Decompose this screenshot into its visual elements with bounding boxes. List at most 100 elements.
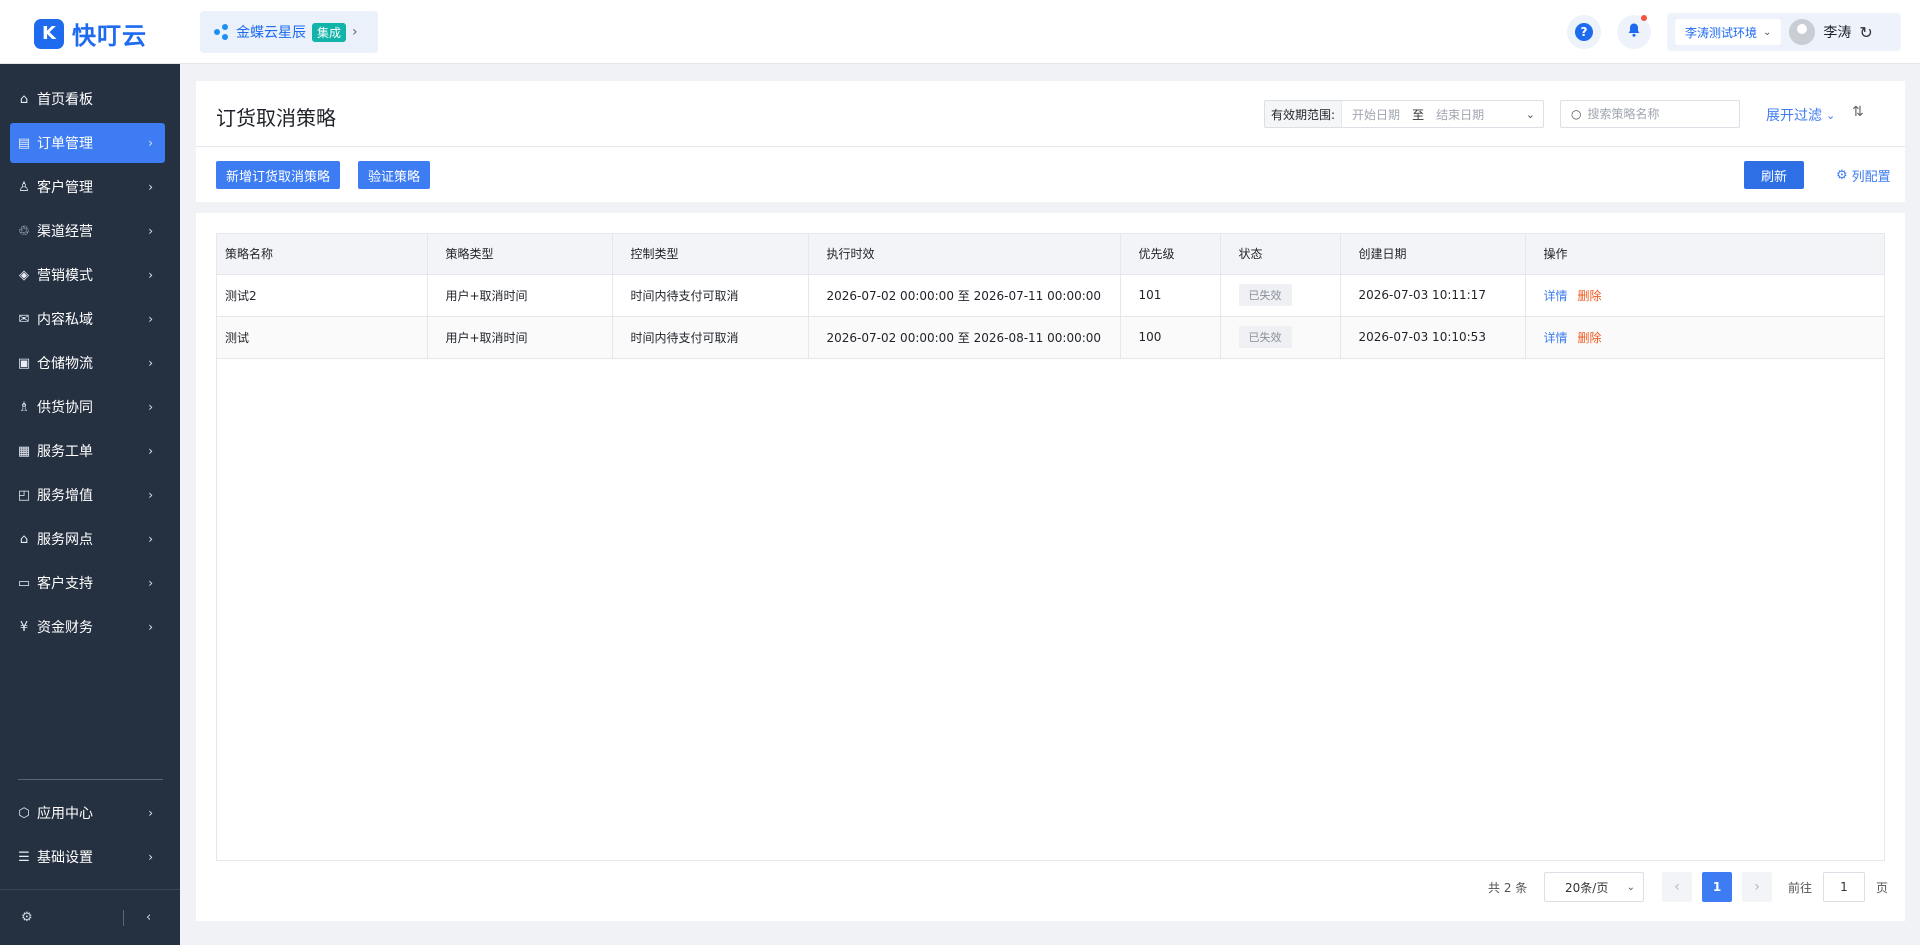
sidebar-item-orders[interactable]: ▤ 订单管理 › — [10, 123, 165, 163]
prev-page-button[interactable]: ‹ — [1662, 872, 1692, 902]
page-number-button[interactable]: 1 — [1702, 872, 1732, 902]
verify-strategy-button[interactable]: 验证策略 — [358, 161, 431, 189]
chevron-down-icon: ⌄ — [1626, 881, 1635, 893]
column-header[interactable]: 执行时效 — [808, 234, 1121, 275]
environment-select[interactable]: 李涛测试环境 ⌄ — [1675, 19, 1782, 45]
chevron-right-icon: › — [148, 224, 153, 238]
sidebar-item-warehouse[interactable]: ▣ 仓储物流 › — [10, 343, 165, 383]
search-box[interactable]: ○ — [1560, 100, 1740, 128]
sidebar-item-basic-settings[interactable]: ☰ 基础设置 › — [10, 837, 165, 877]
brand-name: 金蝶云星辰 — [236, 25, 306, 41]
collapse-sidebar-icon[interactable]: ‹ — [146, 910, 151, 925]
chevron-right-icon: › — [148, 136, 153, 150]
column-header[interactable]: 优先级 — [1120, 234, 1221, 275]
page-size-select[interactable]: 20条/页 ⌄ — [1544, 872, 1644, 902]
expand-filter-button[interactable]: 展开过滤 ⌄ — [1766, 105, 1835, 125]
sidebar-item-value-added[interactable]: ◰ 服务增值 › — [10, 475, 165, 515]
app-logo[interactable]: K 快叮云 — [34, 16, 147, 51]
column-header[interactable]: 控制类型 — [612, 234, 809, 275]
user-area: 李涛测试环境 ⌄ 李涛 ↻ — [1667, 13, 1901, 51]
refresh-icon[interactable]: ↻ — [1859, 23, 1872, 42]
sidebar-item-supply[interactable]: ♗ 供货协同 › — [10, 387, 165, 427]
chevron-right-icon: › — [148, 806, 153, 820]
column-header[interactable]: 状态 — [1220, 234, 1341, 275]
support-icon: ▭ — [17, 575, 31, 591]
money-icon: ¥ — [19, 619, 29, 635]
chevron-right-icon: › — [148, 400, 153, 414]
start-date-input[interactable]: 开始日期 — [1342, 106, 1410, 123]
chevron-right-icon: › — [148, 444, 153, 458]
strategy-table: 策略名称 策略类型 控制类型 执行时效 优先级 状态 创建日期 操作 测试2 用… — [216, 233, 1885, 861]
logo-mark-icon: K — [34, 18, 64, 49]
gear-icon[interactable]: ⚙ — [21, 910, 33, 925]
sidebar-item-app-center[interactable]: ⬡ 应用中心 › — [10, 793, 165, 833]
table-panel: 策略名称 策略类型 控制类型 执行时效 优先级 状态 创建日期 操作 测试2 用… — [196, 213, 1905, 921]
order-icon: ▤ — [17, 135, 31, 151]
chevron-right-icon: › — [148, 850, 153, 864]
table-row[interactable]: 测试2 用户+取消时间 时间内待支付可取消 2026-07-02 00:00:0… — [217, 274, 1884, 317]
notification-button[interactable] — [1617, 15, 1651, 49]
sidebar-item-label: 内容私域 — [37, 312, 93, 328]
page-title: 订货取消策略 — [216, 106, 336, 130]
delete-link[interactable]: 删除 — [1578, 289, 1602, 303]
sidebar-divider — [18, 779, 163, 780]
column-header: 操作 — [1525, 234, 1884, 275]
top-bar: K 快叮云 金蝶云星辰 集成 › ? 李涛测试环境 ⌄ 李涛 ↻ — [0, 0, 1920, 64]
app-name: 快叮云 — [72, 22, 147, 50]
sidebar-item-channels[interactable]: ♲ 渠道经营 › — [10, 211, 165, 251]
help-button[interactable]: ? — [1567, 15, 1601, 49]
column-header[interactable]: 创建日期 — [1340, 234, 1526, 275]
sidebar-item-marketing[interactable]: ◈ 营销模式 › — [10, 255, 165, 295]
cell-type: 用户+取消时间 — [427, 274, 613, 317]
chevron-down-icon: ⌄ — [1525, 107, 1535, 121]
sort-icon[interactable]: ⇅ — [1852, 104, 1864, 120]
sidebar-item-service-network[interactable]: ⌂ 服务网点 › — [10, 519, 165, 559]
date-range-picker[interactable]: 有效期范围: 开始日期 至 结束日期 ⌄ — [1264, 100, 1544, 128]
column-config-label: 列配置 — [1851, 170, 1891, 185]
column-header[interactable]: 策略类型 — [427, 234, 613, 275]
cell-created: 2026-07-03 10:11:17 — [1340, 274, 1526, 317]
notification-dot — [1641, 15, 1647, 21]
sidebar-item-label: 渠道经营 — [37, 224, 93, 240]
next-page-button[interactable]: › — [1742, 872, 1772, 902]
sidebar: ⌂ 首页看板 ▤ 订单管理 › ♙ 客户管理 › ♲ 渠道经营 › ◈ 营销模式 › ✉ 内容私域 ›… — [0, 64, 180, 945]
sidebar-item-customers[interactable]: ♙ 客户管理 › — [10, 167, 165, 207]
cell-actions: 详情 删除 — [1525, 274, 1884, 317]
search-icon: ○ — [1571, 107, 1582, 121]
delete-link[interactable]: 删除 — [1578, 331, 1602, 345]
status-badge: 已失效 — [1238, 284, 1292, 306]
search-input[interactable] — [1587, 107, 1728, 121]
sidebar-item-service-ticket[interactable]: ▦ 服务工单 › — [10, 431, 165, 471]
chevron-right-icon: › — [148, 488, 153, 502]
bell-icon — [1626, 22, 1642, 42]
sidebar-item-label: 服务网点 — [37, 532, 93, 548]
sidebar-item-content[interactable]: ✉ 内容私域 › — [10, 299, 165, 339]
end-date-input[interactable]: 结束日期 — [1426, 106, 1494, 123]
avatar[interactable] — [1789, 19, 1816, 45]
mail-icon: ✉ — [18, 311, 30, 327]
column-config-button[interactable]: ⚙ 列配置 — [1836, 166, 1891, 185]
chevron-right-icon: › — [148, 576, 153, 590]
refresh-button[interactable]: 刷新 — [1744, 161, 1804, 189]
chevron-right-icon: › — [148, 356, 153, 370]
chevron-right-icon: › — [148, 620, 153, 634]
detail-link[interactable]: 详情 — [1544, 289, 1568, 303]
table-row[interactable]: 测试 用户+取消时间 时间内待支付可取消 2026-07-02 00:00:00… — [217, 316, 1884, 359]
user-name[interactable]: 李涛 — [1823, 22, 1851, 42]
brand-tag: 集成 — [312, 22, 347, 42]
cell-actions: 详情 删除 — [1525, 316, 1884, 359]
sidebar-footer: ⚙ ‹ — [0, 889, 180, 945]
bag-icon: ◰ — [17, 487, 31, 503]
column-header[interactable]: 策略名称 — [217, 234, 428, 275]
chevron-right-icon: › — [148, 532, 153, 546]
detail-link[interactable]: 详情 — [1544, 331, 1568, 345]
goto-page-input[interactable] — [1823, 872, 1865, 902]
brand-integration-pill[interactable]: 金蝶云星辰 集成 › — [200, 11, 378, 53]
sidebar-item-home[interactable]: ⌂ 首页看板 — [10, 79, 165, 119]
add-strategy-button[interactable]: 新增订货取消策略 — [216, 161, 341, 189]
sidebar-item-label: 服务增值 — [37, 488, 93, 504]
sidebar-item-label: 服务工单 — [37, 444, 93, 460]
sidebar-item-finance[interactable]: ¥ 资金财务 › — [10, 607, 165, 647]
sidebar-item-support[interactable]: ▭ 客户支持 › — [10, 563, 165, 603]
sidebar-item-label: 营销模式 — [37, 268, 93, 284]
